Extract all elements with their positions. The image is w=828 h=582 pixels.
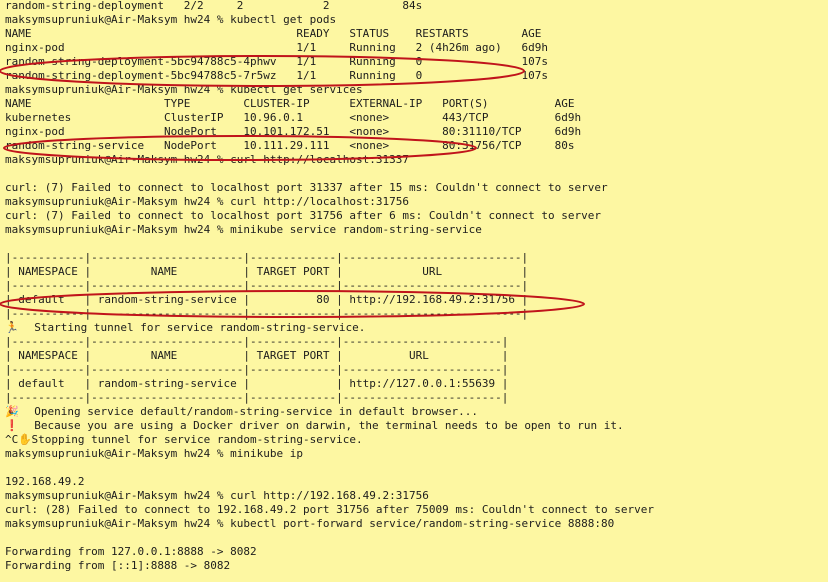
terminal-line: maksymsupruniuk@Air-Maksym hw24 % miniku… <box>5 447 304 460</box>
terminal-line: random-string-deployment 2/2 2 2 84s <box>5 0 423 12</box>
terminal-line: 192.168.49.2 <box>5 475 85 488</box>
terminal-line: 🎉 Opening service default/random-string-… <box>5 405 828 419</box>
terminal-line: ^C Stopping tunnel for service random-st… <box>5 433 828 447</box>
terminal-line: |-----------|-----------------------|---… <box>5 391 509 404</box>
terminal-line: nginx-pod NodePort 10.101.172.51 <none> … <box>5 125 582 138</box>
terminal-line: |-----------|-----------------------|---… <box>5 251 529 264</box>
terminal-line: | NAMESPACE | NAME | TARGET PORT | URL | <box>5 265 529 278</box>
terminal-line-text: Because you are using a Docker driver on… <box>21 419 624 432</box>
terminal-line: |-----------|-----------------------|---… <box>5 279 529 292</box>
terminal-line-text: Starting tunnel for service random-strin… <box>21 321 366 334</box>
terminal-line: NAME TYPE CLUSTER-IP EXTERNAL-IP PORT(S)… <box>5 97 575 110</box>
terminal-line: kubernetes ClusterIP 10.96.0.1 <none> 44… <box>5 111 582 124</box>
terminal-line: |-----------|-----------------------|---… <box>5 335 509 348</box>
terminal-line: maksymsupruniuk@Air-Maksym hw24 % kubect… <box>5 83 363 96</box>
terminal-line: ❗ Because you are using a Docker driver … <box>5 419 828 433</box>
terminal-line: maksymsupruniuk@Air-Maksym hw24 % curl h… <box>5 195 409 208</box>
terminal-line-text: ^C Stopping tunnel for service random-st… <box>5 433 363 446</box>
terminal-line: curl: (28) Failed to connect to 192.168.… <box>5 503 655 516</box>
terminal-line: Forwarding from [::1]:8888 -> 8082 <box>5 559 231 572</box>
terminal-line: | NAMESPACE | NAME | TARGET PORT | URL | <box>5 349 509 362</box>
terminal-line: |-----------|-----------------------|---… <box>5 307 529 320</box>
terminal-line: | default | random-string-service | | ht… <box>5 377 509 390</box>
terminal-line: random-string-service NodePort 10.111.29… <box>5 139 575 152</box>
terminal-line: 🏃 Starting tunnel for service random-str… <box>5 321 828 335</box>
terminal-line: Forwarding from 127.0.0.1:8888 -> 8082 <box>5 545 257 558</box>
terminal-line: NAME READY STATUS RESTARTS AGE <box>5 27 542 40</box>
terminal-line: maksymsupruniuk@Air-Maksym hw24 % curl h… <box>5 153 409 166</box>
terminal-line: maksymsupruniuk@Air-Maksym hw24 % curl h… <box>5 489 429 502</box>
terminal-line: nginx-pod 1/1 Running 2 (4h26m ago) 6d9h <box>5 41 549 54</box>
terminal-line: random-string-deployment-5bc94788c5-4phw… <box>5 55 549 68</box>
terminal-line: |-----------|-----------------------|---… <box>5 363 509 376</box>
terminal-line: | default | random-string-service | 80 |… <box>5 293 529 306</box>
party-popper-icon: 🎉 <box>5 405 19 418</box>
exclamation-warning-icon: ❗ <box>5 419 19 432</box>
stop-hand-icon: ✋ <box>18 434 32 446</box>
terminal-output[interactable]: random-string-deployment 2/2 2 2 84s mak… <box>5 0 828 573</box>
terminal-line: curl: (7) Failed to connect to localhost… <box>5 209 602 222</box>
running-tunnel-icon: 🏃 <box>5 321 19 334</box>
terminal-line: maksymsupruniuk@Air-Maksym hw24 % kubect… <box>5 517 615 530</box>
terminal-line: random-string-deployment-5bc94788c5-7r5w… <box>5 69 549 82</box>
terminal-line: maksymsupruniuk@Air-Maksym hw24 % kubect… <box>5 13 337 26</box>
terminal-line-text: Opening service default/random-string-se… <box>21 405 478 418</box>
terminal-line: curl: (7) Failed to connect to localhost… <box>5 181 608 194</box>
terminal-line: maksymsupruniuk@Air-Maksym hw24 % miniku… <box>5 223 482 236</box>
